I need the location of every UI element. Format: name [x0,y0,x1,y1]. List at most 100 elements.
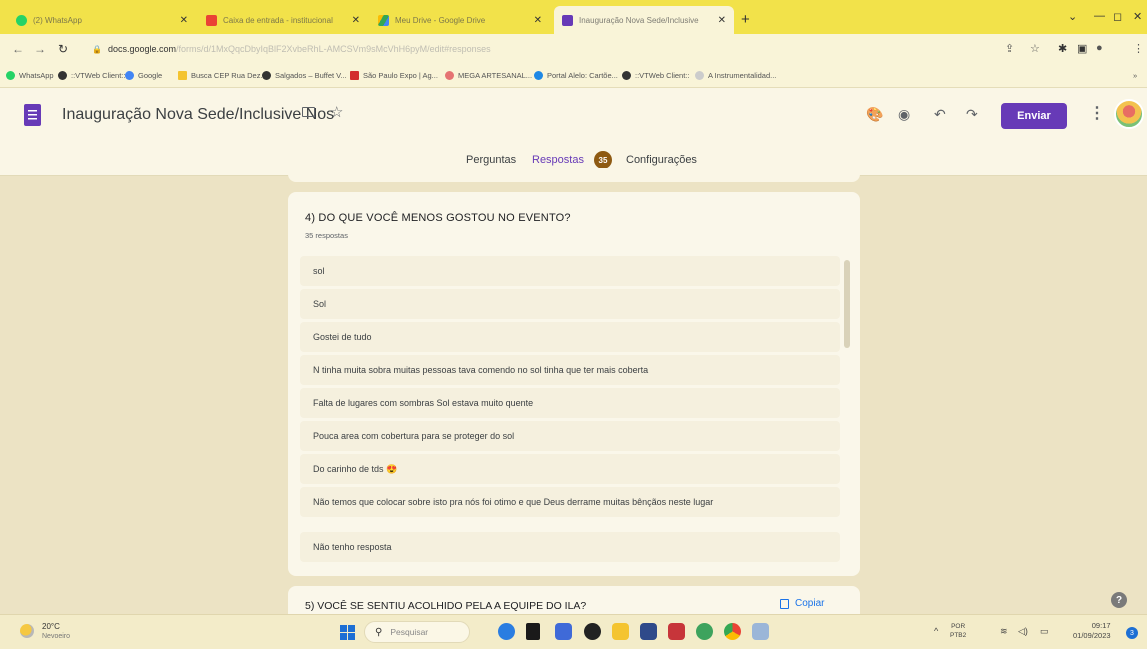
teams-icon[interactable] [555,623,572,640]
list-item: Do carinho de tds 😍 [300,454,840,484]
wifi-icon[interactable]: ≋ [1000,626,1008,637]
list-item: N tinha muita sobra muitas pessoas tava … [300,355,840,385]
redo-icon[interactable]: ↷ [966,106,978,123]
windows-start-icon[interactable] [340,625,355,640]
scrollbar[interactable] [844,260,850,348]
profile-icon[interactable]: ● [1096,42,1103,54]
browser-tab-drive[interactable]: Meu Drive - Google Drive ✕ [370,6,550,34]
battery-icon[interactable]: ▭ [1040,626,1049,637]
more-options-icon[interactable]: ⋮ [1089,103,1105,123]
whatsapp-icon [16,14,27,26]
chrome-icon[interactable] [724,623,741,640]
help-icon[interactable]: ? [1111,592,1127,608]
undo-icon[interactable]: ↶ [934,106,946,123]
chevron-down-icon[interactable]: ⌄ [1068,10,1077,23]
close-tab-icon[interactable]: ✕ [718,15,726,26]
google-forms-icon[interactable] [24,104,41,126]
bookmark-item[interactable]: São Paulo Expo | Ag... [350,71,438,80]
copy-button[interactable]: Copiar [780,598,824,609]
mcafee-icon[interactable] [668,623,685,640]
volume-icon[interactable]: ◁) [1018,626,1028,637]
tab-label: Meu Drive - Google Drive [395,15,486,25]
customize-theme-icon[interactable]: 🎨 [866,106,883,123]
bookmarks-bar: WhatsApp ::VTWeb Client:: Google Busca C… [0,64,1147,88]
reload-icon[interactable]: ↻ [58,42,68,56]
gmail-icon [206,14,217,26]
whatsapp-icon [6,71,15,80]
avatar[interactable] [1114,99,1144,129]
bookmark-item[interactable]: A Instrumentalidad... [695,71,776,80]
taskbar-search[interactable]: ⚲ Pesquisar [364,621,470,643]
windows-taskbar: 20°C Nevoeiro ⚲ Pesquisar ^ POR PTB2 ≋ ◁… [0,614,1147,649]
question-card: 4) DO QUE VOCÊ MENOS GOSTOU NO EVENTO? 3… [288,192,860,576]
close-tab-icon[interactable]: ✕ [180,15,188,26]
send-button[interactable]: Enviar [1001,103,1067,129]
photos-icon[interactable] [752,623,769,640]
system-clock[interactable]: 09:17 01/09/2023 [1073,621,1111,641]
forward-icon[interactable]: → [34,42,46,56]
card-icon [534,71,543,80]
browser-tab-whatsapp[interactable]: (2) WhatsApp ✕ [8,6,196,34]
bookmark-item[interactable]: Portal Alelo: Cartõe... [534,71,618,80]
bookmark-item[interactable]: ::VTWeb Client:: [58,71,125,80]
close-tab-icon[interactable]: ✕ [534,15,542,26]
browser-tab-strip: (2) WhatsApp ✕ Caixa de entrada - instit… [0,0,1147,34]
star-icon[interactable]: ☆ [330,103,343,121]
browser-toolbar: ← → ↻ 🔒 docs.google.com /forms/d/1MxQqcD… [0,34,1147,64]
side-panel-icon[interactable]: ▣ [1077,42,1087,55]
site-icon [445,71,454,80]
form-title[interactable]: Inauguração Nova Sede/Inclusive Nos [62,106,334,124]
weather-temperature[interactable]: 20°C [42,622,60,631]
bookmark-item[interactable]: Busca CEP Rua Dez... [178,71,267,80]
minimize-icon[interactable]: — [1094,10,1105,22]
back-icon[interactable]: ← [12,42,24,56]
language-indicator[interactable]: POR PTB2 [950,622,966,640]
tab-responses[interactable]: Respostas [532,154,584,166]
bookmark-star-icon[interactable]: ☆ [1030,42,1040,55]
address-bar[interactable]: 🔒 docs.google.com /forms/d/1MxQqcDbyIqBl… [92,38,992,60]
bing-chat-icon[interactable] [498,623,515,640]
response-count: 35 respostas [305,231,348,240]
close-tab-icon[interactable]: ✕ [352,15,360,26]
restore-icon[interactable]: ◻ [1113,10,1122,23]
file-explorer-icon[interactable] [612,623,629,640]
bookmark-item[interactable]: MEGA ARTESANAL... [445,71,532,80]
list-item: Não temos que colocar sobre isto pra nós… [300,487,840,517]
close-window-icon[interactable]: ✕ [1133,10,1142,23]
bookmark-item[interactable]: Google [125,71,162,80]
list-item: Gostei de tudo [300,322,840,352]
copy-icon [780,598,789,609]
tab-questions[interactable]: Perguntas [466,154,516,166]
list-item: sol [300,256,840,286]
globe-icon [262,71,271,80]
move-to-folder-icon[interactable] [302,107,315,117]
previous-question-card [288,168,860,182]
new-tab-button[interactable]: + [741,11,750,28]
preview-eye-icon[interactable]: ◉ [898,106,910,123]
notifications-badge[interactable]: 3 [1126,627,1138,639]
dell-icon[interactable] [584,623,601,640]
url-host: docs.google.com [107,44,177,54]
tab-settings[interactable]: Configurações [626,154,697,166]
store-icon[interactable] [640,623,657,640]
share-icon[interactable]: ⇪ [1005,42,1014,55]
tab-label: Inauguração Nova Sede/Inclusive [579,15,699,25]
weather-icon[interactable] [20,624,34,638]
chevron-up-icon[interactable]: ^ [934,626,938,636]
list-item: Falta de lugares com sombras Sol estava … [300,388,840,418]
bookmark-item[interactable]: WhatsApp [6,71,54,80]
google-drive-icon [378,14,389,26]
more-bookmarks-icon[interactable]: » [1133,71,1137,80]
url-path: /forms/d/1MxQqcDbyIqBlF2XvbeRhL-AMCSVm9s… [176,44,491,54]
app-icon[interactable] [696,623,713,640]
task-view-icon[interactable] [526,623,540,640]
browser-menu-icon[interactable]: ⋮ [1133,42,1144,55]
bookmark-item[interactable]: Salgados – Buffet V... [262,71,347,80]
weather-description: Nevoeiro [42,633,71,640]
globe-icon [58,71,67,80]
response-list[interactable]: sol Sol Gostei de tudo N tinha muita sob… [300,256,846,576]
bookmark-item[interactable]: ::VTWeb Client:: [622,71,689,80]
browser-tab-gmail[interactable]: Caixa de entrada - institucional ✕ [198,6,368,34]
browser-tab-forms[interactable]: Inauguração Nova Sede/Inclusive ✕ [554,6,734,34]
extensions-icon[interactable]: ✱ [1058,42,1067,55]
